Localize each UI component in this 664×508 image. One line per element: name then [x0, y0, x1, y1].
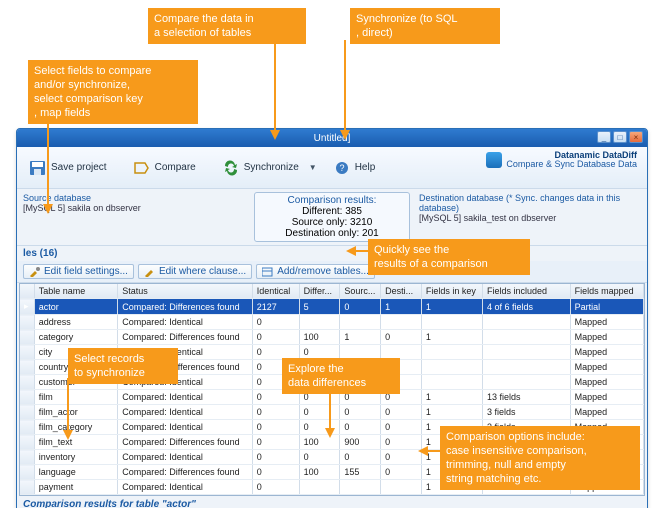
brand-logo-icon: [486, 152, 502, 168]
col-source[interactable]: Sourc...: [340, 284, 381, 299]
arrow-select-fields: [38, 122, 58, 214]
save-project-button[interactable]: Save project: [23, 157, 113, 179]
edit-field-settings-button[interactable]: Edit field settings...: [23, 264, 134, 279]
sync-icon: [222, 160, 240, 176]
maximize-button[interactable]: □: [613, 131, 627, 143]
dest-db-value: [MySQL 5] sakila_test on dbserver: [419, 213, 641, 223]
table-row[interactable]: addressCompared: Identical0Mapped: [20, 315, 644, 330]
wrench-icon: [29, 267, 41, 277]
callout-compare-tables: Compare the data in a selection of table…: [148, 8, 306, 44]
close-button[interactable]: ×: [629, 131, 643, 143]
col-fields-mapped[interactable]: Fields mapped: [570, 284, 643, 299]
compare-icon: [133, 160, 151, 176]
pencil-icon: [144, 267, 156, 277]
help-button[interactable]: ?Help: [327, 157, 382, 179]
diff-section-title: Comparison results for table "actor": [17, 496, 647, 508]
tables-icon: [262, 267, 274, 277]
callout-select-fields: Select fields to compare and/or synchron…: [28, 60, 198, 124]
col-fields-included[interactable]: Fields included: [482, 284, 570, 299]
comparison-results-box: Comparison results: Different: 385 Sourc…: [254, 192, 410, 242]
svg-text:?: ?: [339, 163, 344, 173]
callout-comparison-opts: Comparison options include: case insensi…: [440, 426, 640, 490]
callout-see-results: Quickly see the results of a comparison: [368, 239, 530, 275]
main-toolbar: Save project Compare Synchronize ▼ ?Help…: [17, 147, 647, 189]
col-identical[interactable]: Identical: [252, 284, 299, 299]
synchronize-button[interactable]: Synchronize: [216, 157, 305, 179]
table-row[interactable]: ▸actorCompared: Differences found2127501…: [20, 299, 644, 315]
table-row[interactable]: categoryCompared: Differences found01001…: [20, 330, 644, 345]
arrow-see-results: [346, 244, 370, 258]
database-summary-row: Source database [MySQL 5] sakila on dbse…: [17, 189, 647, 246]
callout-synchronize: Synchronize (to SQL , direct): [350, 8, 500, 44]
col-status[interactable]: Status: [118, 284, 252, 299]
col-fields-key[interactable]: Fields in key: [421, 284, 482, 299]
col-destination[interactable]: Desti...: [381, 284, 422, 299]
callout-explore-diffs: Explore the data differences: [282, 358, 400, 394]
compare-button[interactable]: Compare: [127, 157, 202, 179]
callout-select-records: Select records to synchronize: [68, 348, 178, 384]
add-remove-tables-button[interactable]: Add/remove tables...: [256, 264, 375, 279]
col-table-name[interactable]: Table name: [34, 284, 118, 299]
dropdown-caret-icon[interactable]: ▼: [309, 163, 317, 172]
edit-where-clause-button[interactable]: Edit where clause...: [138, 264, 252, 279]
brand-badge: Datanamic DataDiffCompare & Sync Databas…: [465, 149, 643, 171]
table-toolbar: Edit field settings... Edit where clause…: [17, 261, 647, 283]
col-different[interactable]: Differ...: [299, 284, 340, 299]
help-icon: ?: [333, 160, 351, 176]
minimize-button[interactable]: _: [597, 131, 611, 143]
arrow-select-records: [60, 378, 76, 440]
tables-count-tab[interactable]: les (16): [17, 246, 647, 261]
arrow-comparison-opts: [418, 444, 442, 458]
tables-header-row: Table name Status Identical Differ... So…: [20, 284, 644, 299]
dest-db-header: Destination database (* Sync. changes da…: [419, 193, 641, 213]
arrow-synchronize: [330, 40, 360, 140]
arrow-explore-diffs: [322, 388, 338, 438]
arrow-compare: [260, 40, 290, 140]
